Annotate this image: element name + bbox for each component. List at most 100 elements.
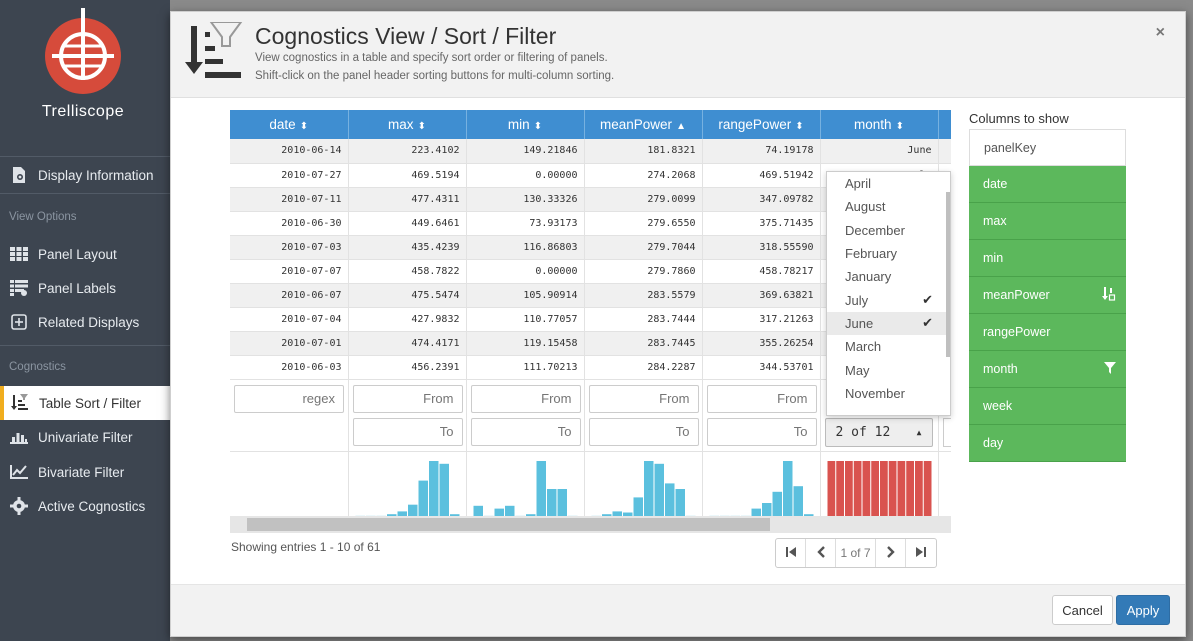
range-from-input[interactable] bbox=[352, 384, 463, 413]
table-cell-meanpower: 284.2287 bbox=[584, 355, 703, 380]
table-cell-date: 2010-06-30 bbox=[230, 211, 349, 236]
sort-icon: ⬍ bbox=[533, 121, 543, 132]
app-logo: Trelliscope bbox=[0, 0, 170, 140]
month-option[interactable]: August bbox=[827, 195, 950, 218]
last-page-button[interactable] bbox=[906, 539, 936, 567]
column-toggle-min[interactable]: min bbox=[969, 240, 1126, 277]
histogram-bar bbox=[888, 460, 896, 517]
trelliscope-logo-icon bbox=[45, 8, 121, 94]
sidebar-item-univariate-filter[interactable]: Univariate Filter bbox=[0, 420, 170, 454]
histogram-bar bbox=[905, 460, 914, 517]
regex-filter-input[interactable] bbox=[234, 384, 344, 413]
month-filter-select[interactable]: 2 of 12 ▲ bbox=[824, 417, 933, 447]
histogram-bar bbox=[914, 460, 923, 517]
table-cell-max: 427.9832 bbox=[348, 307, 467, 332]
histogram-bar bbox=[546, 488, 556, 517]
column-header-meanpower[interactable]: meanPower ▲ bbox=[584, 110, 703, 139]
column-header-min[interactable]: min ⬍ bbox=[466, 110, 585, 139]
sort-filter-icon bbox=[185, 21, 247, 87]
sidebar-item-table-sort-filter[interactable]: Table Sort / Filter bbox=[0, 386, 170, 420]
gears-icon bbox=[9, 497, 29, 515]
column-toggle-day[interactable]: day bbox=[969, 425, 1126, 462]
table-cell-date: 2010-07-27 bbox=[230, 163, 349, 188]
month-option[interactable]: June ✔ bbox=[827, 311, 950, 336]
range-from-input[interactable] bbox=[588, 384, 699, 413]
month-option[interactable]: January bbox=[827, 265, 950, 288]
column-header-month[interactable]: month ⬍ bbox=[820, 110, 939, 139]
table-cell-partial bbox=[938, 139, 951, 164]
table-cell-max: 474.4171 bbox=[348, 331, 467, 356]
range-from-input[interactable] bbox=[706, 384, 817, 413]
column-toggle-panelkey[interactable]: panelKey bbox=[969, 129, 1126, 166]
table-cell-meanpower: 283.7444 bbox=[584, 307, 703, 332]
sidebar-divider bbox=[0, 156, 170, 157]
sidebar-item-active-cognostics[interactable]: Active Cognostics bbox=[0, 489, 170, 523]
sidebar: Trelliscope Display Information View Opt… bbox=[0, 0, 170, 641]
column-toggle-max[interactable]: max bbox=[969, 203, 1126, 240]
range-to-input[interactable] bbox=[588, 417, 699, 446]
filter-cell-rangepower bbox=[702, 379, 821, 452]
table-cell-rangepower: 344.53701 bbox=[702, 355, 821, 380]
filter-cell-max bbox=[348, 379, 467, 452]
table-cell-rangepower: 318.55590 bbox=[702, 235, 821, 260]
scrollbar-thumb[interactable] bbox=[247, 518, 770, 531]
column-toggle-rangepower[interactable]: rangePower bbox=[969, 314, 1126, 351]
histogram-bar bbox=[844, 460, 853, 517]
table-horizontal-scrollbar[interactable] bbox=[230, 516, 951, 533]
histogram-bar bbox=[835, 460, 844, 517]
month-option[interactable]: April bbox=[827, 172, 950, 195]
prev-page-button[interactable] bbox=[806, 539, 836, 567]
modal-footer: Cancel Apply bbox=[171, 584, 1185, 636]
column-toggle-meanpower[interactable]: meanPower bbox=[969, 277, 1126, 314]
sidebar-item-bivariate-filter[interactable]: Bivariate Filter bbox=[0, 455, 170, 489]
histogram-bar bbox=[793, 485, 803, 517]
table-cell-rangepower: 347.09782 bbox=[702, 187, 821, 212]
month-option[interactable]: May bbox=[827, 358, 950, 381]
column-header-label: max bbox=[388, 117, 414, 132]
histogram-bar bbox=[853, 460, 861, 517]
month-option[interactable]: December bbox=[827, 219, 950, 242]
line-chart-icon bbox=[9, 463, 29, 481]
plus-square-icon bbox=[9, 313, 29, 331]
range-to-input[interactable] bbox=[706, 417, 817, 446]
sidebar-item-panel-labels[interactable]: Panel Labels bbox=[0, 271, 170, 305]
cancel-button[interactable]: Cancel bbox=[1052, 595, 1113, 625]
view-options-heading: View Options bbox=[9, 211, 77, 223]
sidebar-item-panel-layout[interactable]: Panel Layout bbox=[0, 237, 170, 271]
month-option[interactable]: February bbox=[827, 242, 950, 265]
range-to-input[interactable] bbox=[470, 417, 581, 446]
histogram-bar bbox=[557, 488, 567, 517]
column-header-max[interactable]: max ⬍ bbox=[348, 110, 467, 139]
first-page-icon bbox=[785, 546, 797, 561]
column-toggle-date[interactable]: date bbox=[969, 166, 1126, 203]
filter-input-partial[interactable] bbox=[942, 417, 951, 447]
column-toggle-label: week bbox=[983, 399, 1013, 413]
filter-icon bbox=[1104, 361, 1116, 377]
sidebar-item-related-displays[interactable]: Related Displays bbox=[0, 305, 170, 339]
histogram-cell-meanpower bbox=[584, 451, 703, 522]
column-header-rangepower[interactable]: rangePower ⬍ bbox=[702, 110, 821, 139]
column-toggle-label: date bbox=[983, 177, 1008, 191]
table-cell-min: 0.00000 bbox=[466, 163, 585, 188]
histogram-cell-min bbox=[466, 451, 585, 522]
close-button[interactable]: × bbox=[1156, 24, 1165, 42]
histogram-cell-rangepower bbox=[702, 451, 821, 522]
column-toggle-month[interactable]: month bbox=[969, 351, 1126, 388]
apply-button[interactable]: Apply bbox=[1116, 595, 1170, 625]
histogram-bar bbox=[782, 460, 792, 517]
column-header-label: meanPower bbox=[600, 117, 673, 132]
month-option[interactable]: July ✔ bbox=[827, 288, 950, 311]
table-cell-rangepower: 369.63821 bbox=[702, 283, 821, 308]
sidebar-item-display-information[interactable]: Display Information bbox=[0, 158, 170, 192]
table-cell-meanpower: 279.0099 bbox=[584, 187, 703, 212]
range-from-input[interactable] bbox=[470, 384, 581, 413]
dropdown-scrollbar[interactable] bbox=[946, 192, 950, 357]
month-option[interactable]: March bbox=[827, 335, 950, 358]
column-header-date[interactable]: date ⬍ bbox=[230, 110, 349, 139]
range-to-input[interactable] bbox=[352, 417, 463, 446]
column-toggle-week[interactable]: week bbox=[969, 388, 1126, 425]
table-cell-min: 119.15458 bbox=[466, 331, 585, 356]
first-page-button[interactable] bbox=[776, 539, 806, 567]
month-option[interactable]: November bbox=[827, 382, 950, 405]
next-page-button[interactable] bbox=[876, 539, 906, 567]
